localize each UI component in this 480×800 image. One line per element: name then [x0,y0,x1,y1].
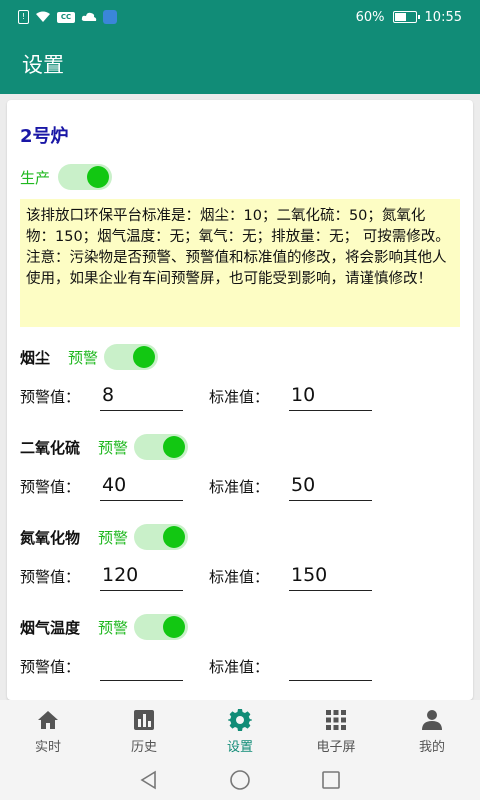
production-toggle[interactable] [58,164,113,190]
warn-value-input[interactable] [100,651,183,681]
app-notification-icon [103,10,117,24]
recents-icon[interactable] [321,770,341,794]
nav-item-realtime[interactable]: 实时 [0,700,96,764]
std-value-label: 标准值： [209,387,270,406]
home-circle-icon[interactable] [229,769,251,795]
nav-label: 电子屏 [316,740,356,755]
sim-icon: ! [18,10,29,24]
notice-warning-text: 注意：污染物是否预警、预警值和标准值的修改，将会影响其他人使用，如果企业有车间预… [26,250,447,287]
pollutant-group-so2: 二氧化硫 预警 预警值： 40 标准值： 50 [20,433,460,501]
furnace-title: 2号炉 [20,126,69,147]
nav-item-history[interactable]: 历史 [96,700,192,764]
warn-label: 预警 [68,348,99,367]
app-bar: 设置 [0,34,480,94]
std-value-label: 标准值： [209,567,270,586]
warn-toggle[interactable] [104,344,159,370]
battery-fill [394,13,406,21]
warn-toggle[interactable] [134,524,189,550]
gear-icon [228,709,252,731]
warn-label: 预警 [98,438,129,457]
system-nav-bar [0,764,480,800]
wechat-notification-icon: CC [57,11,75,23]
warn-value-input[interactable]: 40 [100,471,183,501]
warn-value-label: 预警值： [20,387,81,406]
pollutant-name: 烟尘 [20,348,51,367]
home-icon [36,709,60,731]
toggle-knob [87,166,110,188]
settings-card: 2号炉 生产 该排放口环保平台标准是：烟尘：10；二氧化硫：50；氮氧化物：15… [7,100,473,700]
std-value-label: 标准值： [209,657,270,676]
nav-label: 实时 [34,740,61,755]
notice-standards-text: 该排放口环保平台标准是：烟尘：10；二氧化硫：50；氮氧化物：150；烟气温度：… [26,208,450,245]
warn-value-label: 预警值： [20,567,81,586]
warn-toggle[interactable] [134,614,189,640]
toggle-knob [163,436,186,458]
std-value-label: 标准值： [209,477,270,496]
pollutant-name: 氮氧化物 [20,528,81,547]
nav-item-profile[interactable]: 我的 [384,700,480,764]
battery-percent: 60% [355,9,385,25]
pollutant-name: 二氧化硫 [20,438,81,457]
warn-label: 预警 [98,618,129,637]
toggle-knob [133,346,156,368]
production-row: 生产 [20,164,113,190]
warn-value-input[interactable]: 8 [100,381,183,411]
std-value-input[interactable]: 10 [289,381,372,411]
clock: 10:55 [424,9,462,25]
nav-label: 历史 [130,740,157,755]
nav-item-screen[interactable]: 电子屏 [288,700,384,764]
pollutant-name: 烟气温度 [20,618,81,637]
bar-chart-icon [132,709,156,731]
nav-label: 我的 [418,740,445,755]
page-title: 设置 [22,53,64,77]
pollutant-group-nox: 氮氧化物 预警 预警值： 120 标准值： 150 [20,523,460,591]
pollutant-group-flue-temp: 烟气温度 预警 预警值： 标准值： [20,613,460,681]
cloud-icon [81,12,97,22]
warn-label: 预警 [98,528,129,547]
grid-icon [324,709,348,731]
production-label: 生产 [20,168,51,187]
nav-item-settings[interactable]: 设置 [192,700,288,764]
status-bar: ! CC 60% 10:55 [0,0,480,34]
notice-box: 该排放口环保平台标准是：烟尘：10；二氧化硫：50；氮氧化物：150；烟气温度：… [20,199,460,327]
back-icon[interactable] [139,770,159,794]
warn-value-input[interactable]: 120 [100,561,183,591]
battery-icon [392,11,420,23]
std-value-input[interactable] [289,651,372,681]
toggle-knob [163,616,186,638]
nav-label: 设置 [226,740,253,755]
wifi-icon [35,11,51,23]
toggle-knob [163,526,186,548]
warn-toggle[interactable] [134,434,189,460]
warn-value-label: 预警值： [20,657,81,676]
warn-value-label: 预警值： [20,477,81,496]
person-icon [420,709,444,731]
std-value-input[interactable]: 150 [289,561,372,591]
std-value-input[interactable]: 50 [289,471,372,501]
pollutant-group-dust: 烟尘 预警 预警值： 8 标准值： 10 [20,343,460,411]
bottom-nav: 实时 历史 设置 电子屏 我的 [0,700,480,764]
